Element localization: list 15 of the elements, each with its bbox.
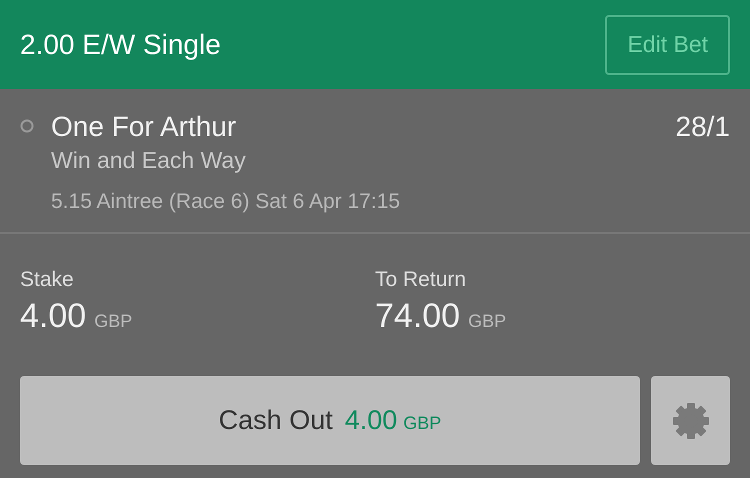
currency-label: GBP (468, 310, 506, 332)
settings-button[interactable] (651, 376, 730, 465)
cash-out-button[interactable]: Cash Out 4.00 GBP (20, 376, 640, 465)
stake-label: Stake (20, 268, 74, 291)
odds: 28/1 (676, 111, 730, 143)
market-name: Win and Each Way (51, 147, 246, 173)
to-return-label: To Return (375, 268, 466, 291)
bet-title: 2.00 E/W Single (20, 28, 221, 62)
circle-icon (20, 119, 34, 133)
selection-name: One For Arthur (51, 111, 236, 143)
stake-amount: 4.00 (20, 296, 86, 336)
event-details: 5.15 Aintree (Race 6) Sat 6 Apr 17:15 (51, 190, 400, 212)
return-amount: 74.00 (375, 296, 460, 336)
settings-icon (672, 402, 710, 440)
currency-label: GBP (94, 310, 132, 332)
